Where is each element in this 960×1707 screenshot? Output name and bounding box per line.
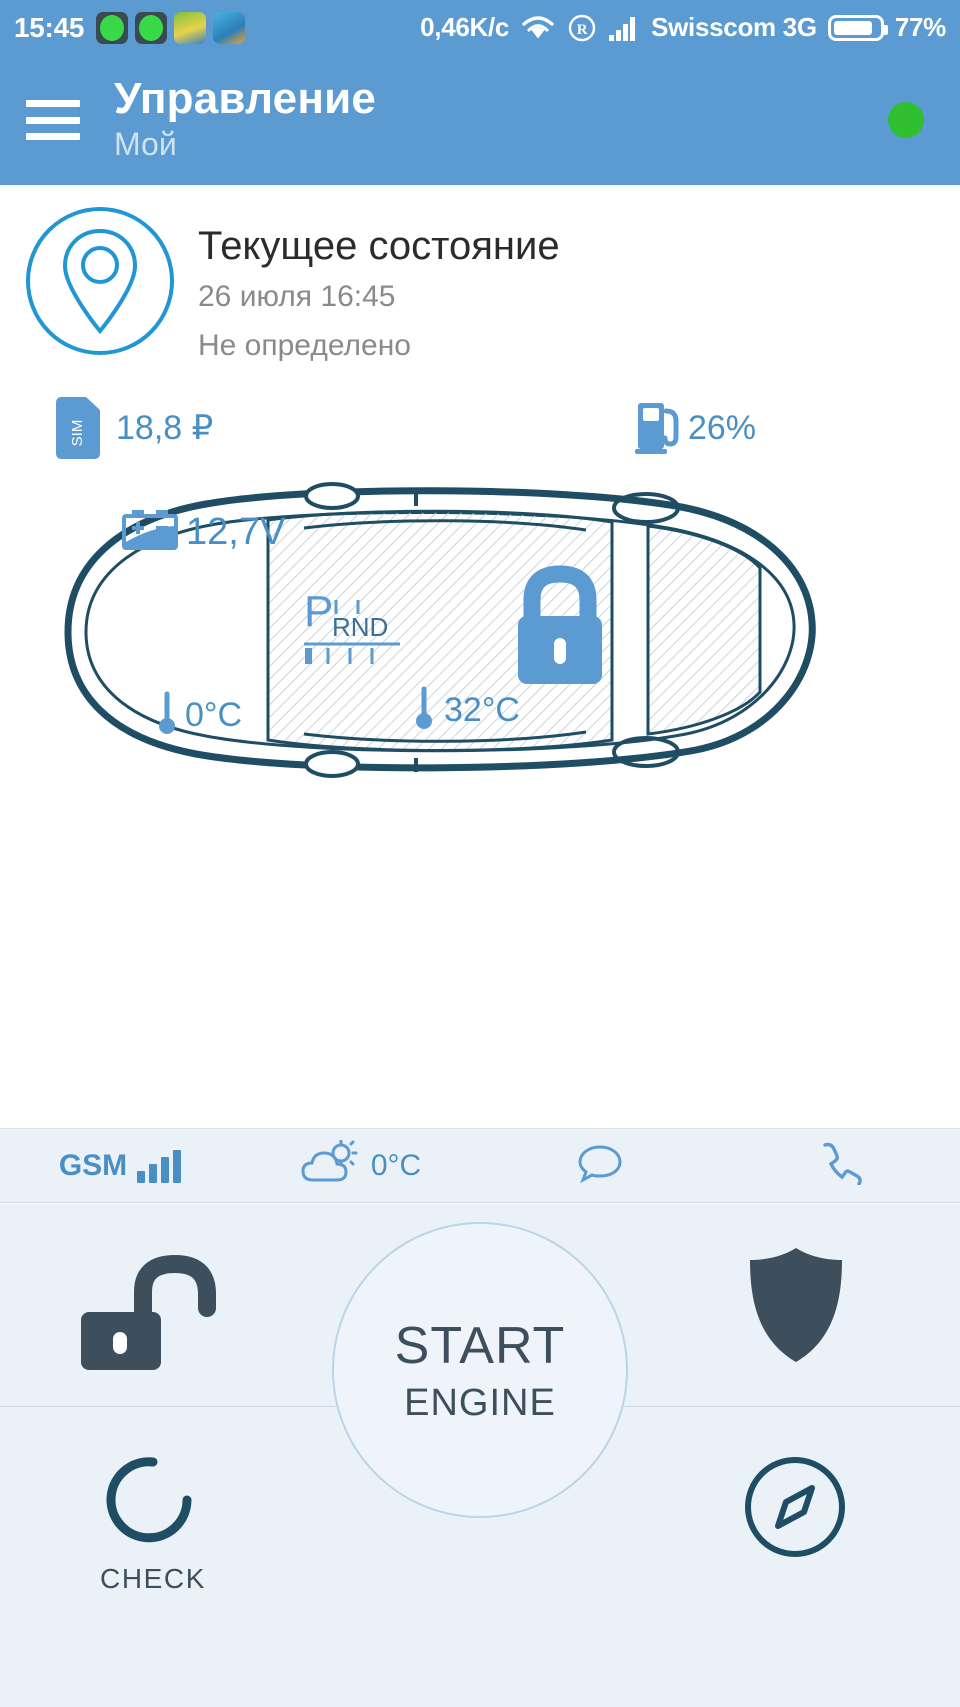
app-icon-2 bbox=[135, 11, 168, 44]
page-subtitle: Мой bbox=[114, 126, 177, 163]
car-diagram[interactable]: 12,7V P RND 0°C 32°C bbox=[0, 472, 960, 802]
status-bar-battery-percent: 77% bbox=[894, 12, 946, 42]
svg-text:R: R bbox=[577, 22, 588, 38]
status-bar-app-icons bbox=[96, 11, 246, 44]
wifi-icon bbox=[520, 14, 556, 42]
phone-icon bbox=[817, 1141, 863, 1190]
signal-bars-icon bbox=[137, 1149, 182, 1183]
roaming-icon: R bbox=[567, 13, 597, 43]
thermometer-icon bbox=[155, 689, 179, 742]
check-button[interactable]: CHECK bbox=[100, 1452, 206, 1595]
app-icon-3 bbox=[174, 11, 207, 44]
status-bar-data-rate: 0,46K/c bbox=[420, 12, 510, 42]
unlock-icon bbox=[75, 1252, 235, 1381]
current-state-card[interactable]: Текущее состояние 26 июля 16:45 Не опред… bbox=[0, 185, 960, 366]
battery-voltage-value: 12,7V bbox=[186, 511, 286, 553]
start-engine-button[interactable]: START ENGINE bbox=[332, 1222, 628, 1518]
svg-text:SIM: SIM bbox=[69, 420, 86, 447]
refresh-icon bbox=[105, 1452, 201, 1553]
status-bar-carrier: Swisscom 3G bbox=[651, 12, 817, 42]
sim-balance-value: 18,8 ₽ bbox=[116, 409, 214, 447]
weather-indicator[interactable]: 0°C bbox=[240, 1139, 480, 1191]
car-battery-icon bbox=[120, 508, 180, 557]
status-bar-time: 15:45 bbox=[14, 11, 85, 43]
start-label: START bbox=[394, 1316, 566, 1375]
call-button[interactable] bbox=[720, 1141, 960, 1190]
shield-icon bbox=[744, 1244, 848, 1371]
gauges-row: SIM 18,8 ₽ 26% bbox=[0, 392, 960, 464]
info-bar: GSM 0°C bbox=[0, 1128, 960, 1203]
weather-temperature: 0°C bbox=[370, 1148, 422, 1182]
signal-icon bbox=[608, 14, 640, 42]
sim-card-icon: SIM bbox=[56, 397, 100, 459]
connection-status-dot bbox=[888, 102, 924, 138]
svg-text:P: P bbox=[304, 587, 333, 636]
unlock-button[interactable] bbox=[75, 1252, 235, 1381]
main-content: Текущее состояние 26 июля 16:45 Не опред… bbox=[0, 185, 960, 1137]
battery-readout: 12,7V bbox=[120, 508, 285, 557]
compass-icon bbox=[742, 1454, 848, 1565]
cabin-temp-value: 32°C bbox=[444, 691, 520, 729]
security-button[interactable] bbox=[744, 1244, 848, 1371]
app-icon-1 bbox=[96, 11, 129, 44]
current-state-timestamp: 26 июля 16:45 bbox=[198, 280, 396, 313]
hamburger-icon[interactable] bbox=[26, 100, 80, 140]
location-pin-icon bbox=[26, 207, 174, 355]
status-bar: 15:45 0,46K/c R Swisscom 3G 77% bbox=[0, 0, 960, 55]
engine-temp-readout: 0°C bbox=[155, 689, 242, 742]
cloud-sun-icon bbox=[299, 1139, 361, 1191]
chat-button[interactable] bbox=[480, 1142, 720, 1189]
engine-temp-value: 0°C bbox=[185, 696, 243, 734]
chat-bubble-icon bbox=[577, 1142, 623, 1189]
locate-button[interactable] bbox=[742, 1454, 848, 1565]
gear-selector-icon: P RND bbox=[300, 580, 410, 670]
action-panel: START ENGINE CHECK bbox=[0, 1204, 960, 1707]
current-state-location: Не определено bbox=[198, 328, 411, 362]
check-label: CHECK bbox=[100, 1563, 207, 1594]
thermometer-icon bbox=[412, 684, 436, 737]
fuel-pump-icon bbox=[634, 397, 686, 460]
current-state-title: Текущее состояние bbox=[198, 224, 560, 268]
battery-icon bbox=[827, 14, 888, 41]
fuel-level-value: 26% bbox=[687, 408, 756, 447]
engine-label: ENGINE bbox=[404, 1381, 556, 1424]
app-icon-4 bbox=[213, 11, 246, 44]
svg-text:RND: RND bbox=[332, 612, 388, 642]
gsm-indicator[interactable]: GSM bbox=[0, 1149, 240, 1183]
page-title: Управление bbox=[114, 73, 377, 123]
app-header: Управление Мой bbox=[0, 55, 960, 185]
lock-closed-icon bbox=[500, 560, 620, 692]
gsm-label: GSM bbox=[58, 1148, 128, 1182]
